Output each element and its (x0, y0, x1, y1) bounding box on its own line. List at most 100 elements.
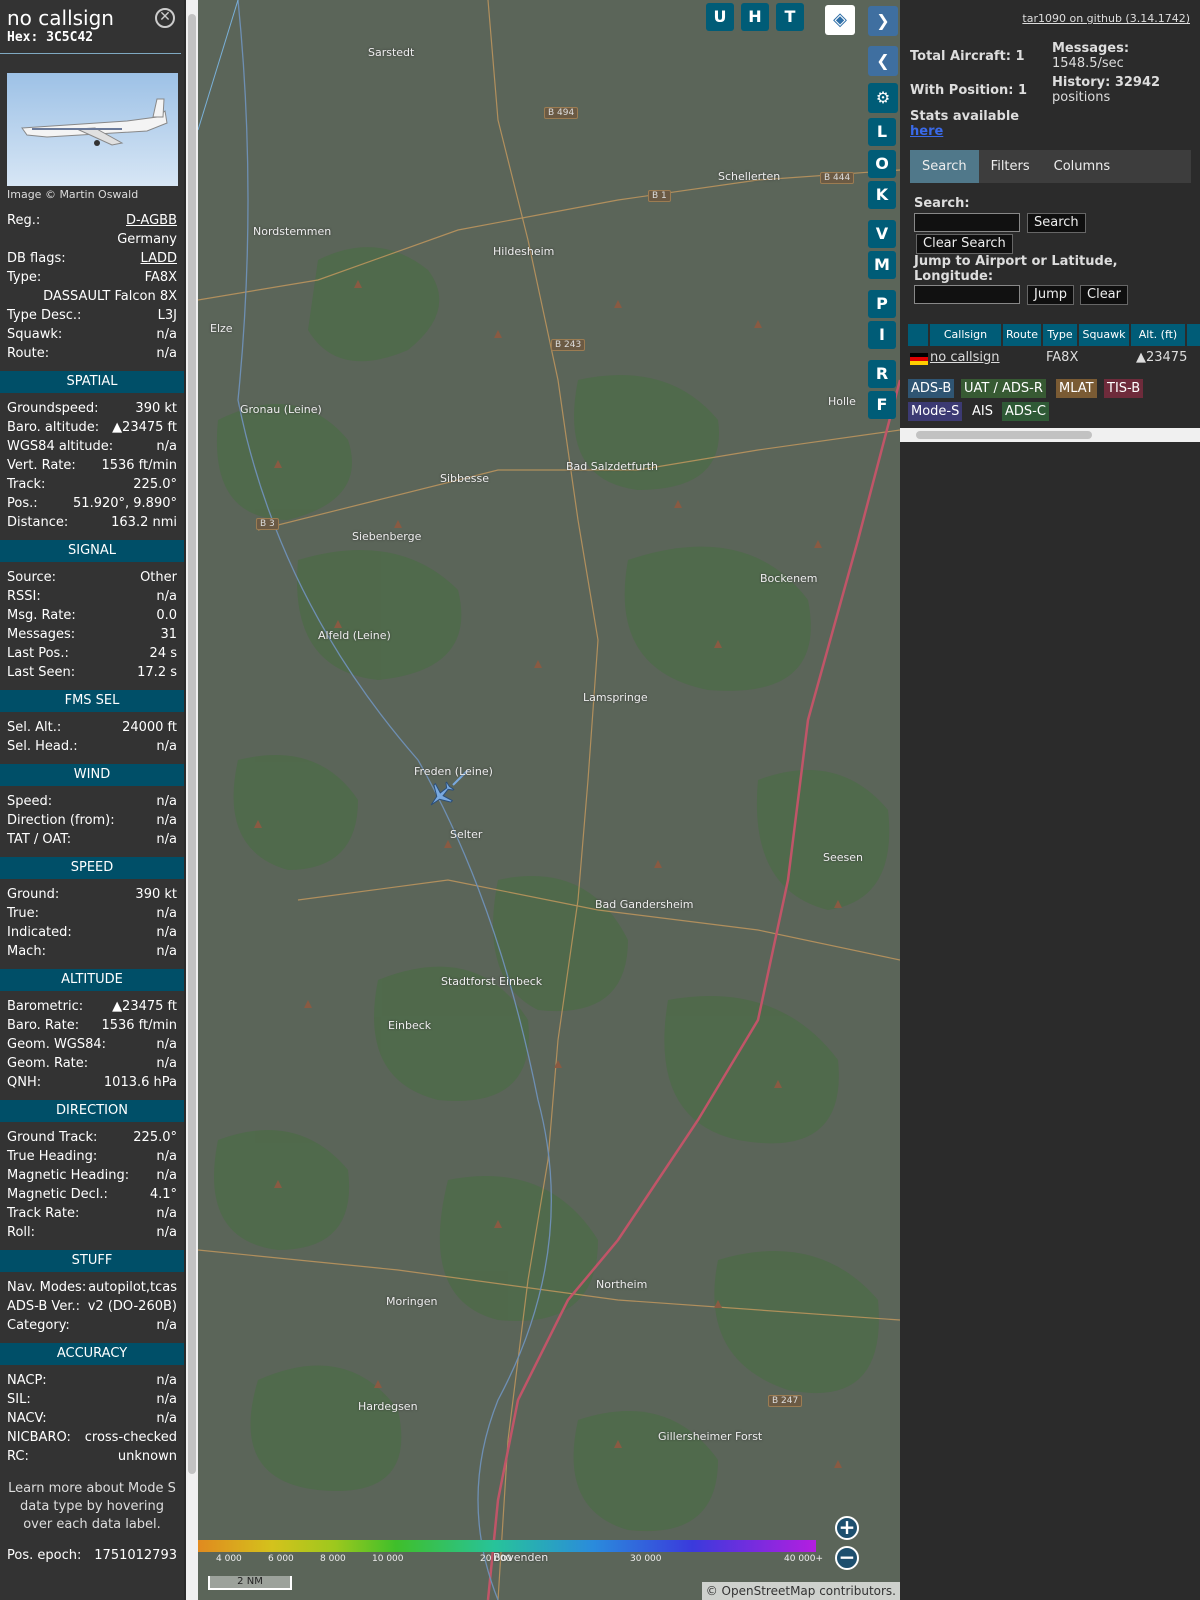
row-callsign[interactable]: no callsign (930, 348, 1000, 368)
detail-label: Distance: (7, 515, 69, 530)
detail-value: n/a (156, 1168, 177, 1183)
section-header-wind[interactable]: WIND (0, 764, 184, 786)
detail-row: Vert. Rate: 1536 ft/min (0, 456, 184, 475)
detail-label: Magnetic Decl.: (7, 1187, 108, 1202)
section-header-signal[interactable]: SIGNAL (0, 540, 184, 562)
info-row: Reg.: D-AGBB (0, 211, 184, 230)
detail-label: Direction (from): (7, 813, 115, 828)
search-input[interactable] (914, 213, 1020, 232)
detail-row: SIL: n/a (0, 1390, 184, 1409)
detail-row: NACP: n/a (0, 1371, 184, 1390)
detail-label: Geom. WGS84: (7, 1037, 107, 1052)
info-value: Germany (117, 232, 177, 247)
map-place-label: Gillersheimer Forst (658, 1430, 763, 1443)
detail-value: n/a (156, 1225, 177, 1240)
map-place-label: Stadtforst Einbeck (441, 975, 543, 988)
settings-gear-icon[interactable]: ⚙ (868, 83, 898, 113)
detail-label: Track: (7, 477, 46, 492)
clear-button[interactable]: Clear (1080, 285, 1128, 305)
detail-value: 390 kt (135, 401, 177, 416)
detail-value: n/a (156, 1373, 177, 1388)
history-label: History: 32942 (1052, 75, 1161, 90)
zoom-out-button[interactable]: − (835, 1546, 859, 1570)
map-button-m[interactable]: M (868, 251, 896, 279)
detail-value: n/a (156, 944, 177, 959)
section-header-direction[interactable]: DIRECTION (0, 1100, 184, 1122)
section-header-fms-sel[interactable]: FMS SEL (0, 690, 184, 712)
section-header-stuff[interactable]: STUFF (0, 1250, 184, 1272)
tab-columns[interactable]: Columns (1042, 150, 1123, 183)
header-squawk[interactable]: Squawk (1079, 324, 1129, 346)
map-button-k[interactable]: K (868, 181, 896, 209)
detail-label: Last Pos.: (7, 646, 69, 661)
section-header-accuracy[interactable]: ACCURACY (0, 1343, 184, 1365)
map-button-i[interactable]: I (868, 321, 896, 349)
info-value[interactable]: D-AGBB (126, 211, 177, 230)
detail-value: n/a (156, 1206, 177, 1221)
zoom-in-button[interactable]: + (835, 1516, 859, 1540)
jump-input[interactable] (914, 285, 1020, 304)
aircraft-icon[interactable] (423, 777, 459, 813)
jump-button[interactable]: Jump (1027, 285, 1074, 305)
clear-search-button[interactable]: Clear Search (916, 234, 1013, 254)
detail-row: True: n/a (0, 904, 184, 923)
detail-label: SIL: (7, 1392, 31, 1407)
table-scrollbar[interactable] (900, 428, 1200, 442)
scrollbar-thumb[interactable] (188, 14, 196, 1474)
header-type[interactable]: Type (1043, 324, 1077, 346)
legend-tick-label: 6 000 (268, 1554, 294, 1564)
map-view[interactable]: Sarstedt Nordstemmen Hildesheim Schellerten… (198, 0, 900, 1600)
detail-value: n/a (156, 813, 177, 828)
tab-search[interactable]: Search (910, 150, 979, 183)
detail-row: Baro. Rate: 1536 ft/min (0, 1016, 184, 1035)
section-header-spatial[interactable]: SPATIAL (0, 371, 184, 393)
header-callsign[interactable]: Callsign (930, 324, 1001, 346)
table-row[interactable]: no callsign FA8X ▲23475 (908, 348, 1200, 368)
info-row: Germany (0, 230, 184, 249)
map-button-r[interactable]: R (868, 360, 896, 388)
header-alt[interactable]: Alt. (ft) (1131, 324, 1185, 346)
tab-filters[interactable]: Filters (979, 150, 1042, 183)
info-row: Type: FA8X (0, 268, 184, 287)
expand-right-icon[interactable]: ❯ (868, 6, 898, 36)
layers-icon[interactable]: ◈ (825, 5, 855, 35)
road-label: B 247 (768, 1395, 803, 1407)
map-button-l[interactable]: L (868, 118, 896, 146)
sidebar-scrollbar[interactable] (186, 0, 198, 1600)
info-label: Squawk: (7, 327, 63, 342)
detail-label: Vert. Rate: (7, 458, 76, 473)
detail-row: Sel. Alt.: 24000 ft (0, 718, 184, 737)
header-route[interactable]: Route (1003, 324, 1041, 346)
map-button-u[interactable]: U (706, 3, 734, 31)
map-place-label: Hardegsen (358, 1400, 418, 1413)
detail-value: 51.920°, 9.890° (73, 496, 177, 511)
map-button-f[interactable]: F (868, 391, 896, 419)
info-row: Squawk: n/a (0, 325, 184, 344)
map-button-o[interactable]: O (868, 150, 896, 178)
detail-value: 1536 ft/min (101, 1018, 177, 1033)
detail-row: Last Seen: 17.2 s (0, 663, 184, 682)
map-place-label: Siebenberge (352, 530, 422, 543)
detail-value: n/a (156, 1056, 177, 1071)
legend-tick-label: 8 000 (320, 1554, 346, 1564)
map-button-t[interactable]: T (776, 3, 804, 31)
search-button[interactable]: Search (1027, 213, 1086, 233)
section-header-speed[interactable]: SPEED (0, 857, 184, 879)
close-icon[interactable]: ✕ (155, 8, 175, 28)
collapse-left-icon[interactable]: ❮ (868, 46, 898, 76)
detail-row: Geom. WGS84: n/a (0, 1035, 184, 1054)
header-more[interactable] (1187, 324, 1200, 346)
section-header-altitude[interactable]: ALTITUDE (0, 969, 184, 991)
detail-row: Sel. Head.: n/a (0, 737, 184, 756)
info-value[interactable]: LADD (141, 249, 177, 268)
map-button-h[interactable]: H (741, 3, 769, 31)
github-link[interactable]: tar1090 on github (3.14.1742) (1022, 12, 1190, 25)
detail-value: n/a (156, 1392, 177, 1407)
map-button-p[interactable]: P (868, 290, 896, 318)
map-button-v[interactable]: V (868, 220, 896, 248)
stats-link[interactable]: here (910, 124, 943, 139)
detail-value: 24000 ft (122, 720, 177, 735)
detail-row: Source: Other (0, 568, 184, 587)
table-scrollbar-thumb[interactable] (916, 431, 1092, 439)
aircraft-photo[interactable] (7, 73, 178, 186)
